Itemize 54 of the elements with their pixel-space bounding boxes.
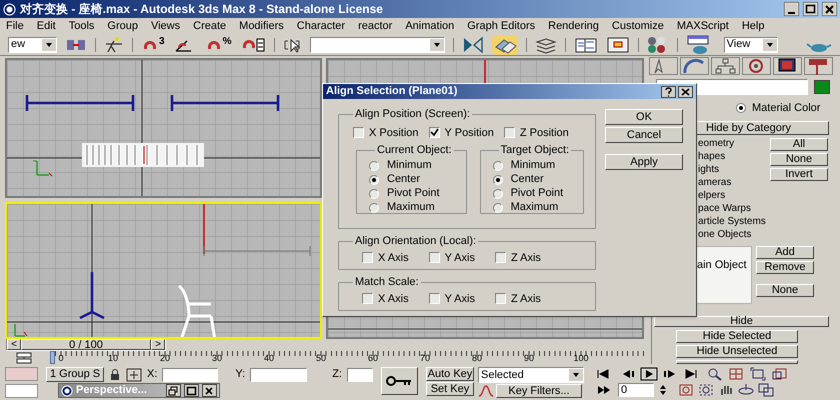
group-label: Current Object: [376, 143, 453, 158]
radio-label: Minimum [510, 158, 556, 174]
tick-label: 40 [264, 354, 274, 363]
radio-label: Center [387, 172, 420, 188]
category-label: article Systems [698, 215, 767, 228]
coordinate-label: Y: [235, 369, 246, 380]
tick-label: 50 [316, 354, 326, 363]
group-label: Match Scale: [354, 275, 420, 290]
tick-label: 0 [58, 354, 64, 363]
tick-label: 20 [160, 354, 170, 363]
checkbox-label: Z Axis [510, 292, 541, 306]
category-label: elpers [698, 189, 726, 202]
coordinate-label: X: [147, 369, 158, 380]
radio-label: Maximum [387, 200, 435, 216]
group-label: Align Position (Screen): [354, 107, 471, 122]
tick-label: 100 [573, 354, 589, 363]
category-label: ameras [698, 176, 732, 189]
group-label: Target Object: [500, 143, 570, 158]
radio-label: Maximum [510, 200, 558, 216]
checkbox-label: X Axis [378, 250, 409, 266]
tick-label: 30 [212, 354, 222, 363]
radio-label: Pivot Point [387, 186, 440, 202]
tick-label: 70 [420, 354, 430, 363]
tick-label: 60 [368, 354, 378, 363]
category-label: ights [698, 163, 720, 176]
tick-label: 80 [472, 354, 482, 363]
checkbox-label: X Position [369, 126, 419, 140]
tick-label: 90 [524, 354, 534, 363]
checkbox-label: Y Axis [444, 292, 475, 306]
checkbox-label: X Axis [378, 292, 409, 306]
category-label: one Objects [698, 228, 752, 241]
radio-label: Minimum [387, 158, 432, 174]
minimized-window-title: Perspective... [76, 383, 148, 398]
percent-snap-label: % [222, 36, 232, 46]
window-title: 对齐变换 - 座椅.max - Autodesk 3ds Max 8 - Stand-alone License [20, 1, 384, 18]
checkbox-label: Z Position [520, 126, 569, 140]
dropdown-value: ew [11, 37, 26, 52]
category-label: eometry [698, 137, 736, 150]
tick-label: 10 [108, 354, 118, 363]
category-label: pace Warps [698, 202, 752, 215]
group-label: Align Orientation (Local): [354, 234, 478, 249]
snap-mode-label: 3 [159, 36, 165, 46]
dropdown-value: Selected [480, 368, 524, 383]
radio-label: Pivot Point [510, 186, 564, 202]
dropdown-value: View [726, 37, 750, 52]
selection-count: 1 Group S [46, 367, 104, 382]
radio-label: Material Color [752, 100, 820, 116]
checkbox-label: Y Axis [444, 250, 475, 266]
category-label: hapes [698, 150, 726, 163]
checkbox-label: Y Position [444, 126, 494, 140]
coordinate-label: Z: [332, 369, 342, 380]
checkbox-label: Z Axis [510, 250, 541, 266]
radio-label: Center [510, 172, 544, 188]
dialog-title: Align Selection (Plane01) [326, 84, 458, 100]
